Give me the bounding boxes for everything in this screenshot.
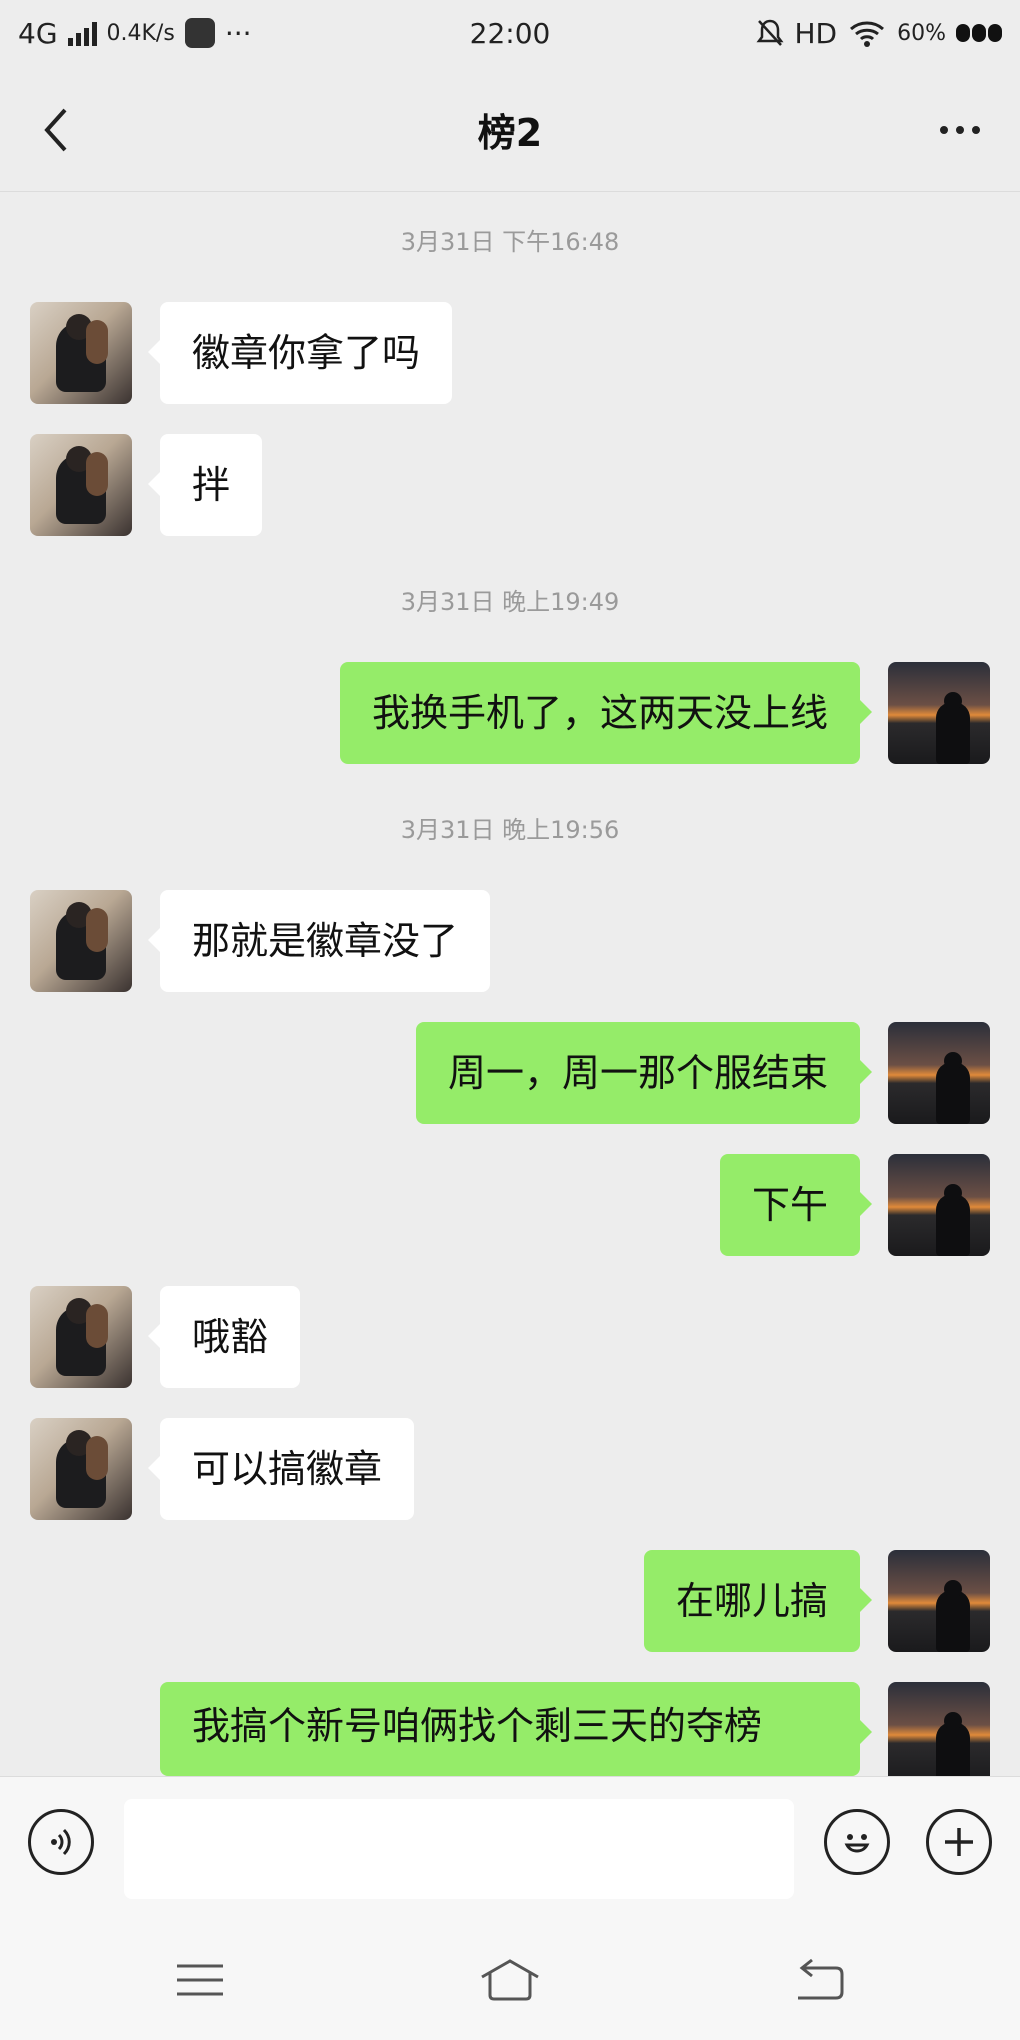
timestamp: 3月31日 晚上19:56 — [400, 816, 620, 844]
received-message[interactable]: 徽章你拿了吗 — [147, 302, 453, 404]
my-avatar[interactable] — [888, 1022, 990, 1124]
timestamp: 3月31日 晚上19:49 — [400, 588, 620, 616]
message-row: 拌 — [0, 434, 1020, 538]
signal-icon — [67, 20, 97, 46]
input-bar — [0, 1776, 1020, 1920]
voice-icon — [51, 1828, 71, 1856]
my-avatar[interactable] — [888, 662, 990, 764]
more-button[interactable] — [928, 102, 992, 158]
timestamp: 3月31日 下午16:48 — [400, 228, 620, 256]
received-message[interactable]: 那就是徽章没了 — [147, 890, 491, 992]
notification-app-icon — [184, 18, 215, 48]
system-back-button[interactable] — [788, 1952, 852, 2008]
message-row: 哦豁 — [0, 1286, 1020, 1390]
bell-muted-icon — [756, 19, 784, 46]
sent-message[interactable]: 下午 — [719, 1154, 873, 1256]
network-speed: 0.4K/s — [106, 20, 175, 46]
recent-apps-button[interactable] — [168, 1952, 232, 2008]
battery-icon — [956, 24, 1002, 42]
voice-button[interactable] — [28, 1809, 94, 1875]
chat-title: 榜2 — [477, 111, 543, 155]
sent-message[interactable]: 我换手机了，这两天没上线 — [339, 662, 873, 764]
plus-icon — [945, 1828, 973, 1856]
system-navigation-bar — [0, 1920, 1020, 2040]
message-list[interactable]: 3月31日 下午16:48 徽章你拿了吗 拌 3月31日 晚上19:49 我换手… — [0, 192, 1020, 1776]
message-row: 我搞个新号咱俩找个剩三天的夺榜 — [0, 1682, 1020, 1776]
home-icon — [481, 1959, 539, 2001]
contact-avatar[interactable] — [30, 434, 132, 536]
message-row: 周一，周一那个服结束 — [0, 1022, 1020, 1126]
received-message[interactable]: 拌 — [147, 434, 263, 536]
message-row: 可以搞徽章 — [0, 1418, 1020, 1522]
message-row: 在哪儿搞 — [0, 1550, 1020, 1654]
status-bar: 4G 0.4K/s ··· 22:00 HD 60% — [0, 0, 1020, 66]
menu-icon — [177, 1964, 223, 1996]
message-input[interactable] — [124, 1799, 794, 1899]
emoji-button[interactable] — [824, 1809, 890, 1875]
home-button[interactable] — [478, 1952, 542, 2008]
sent-message[interactable]: 在哪儿搞 — [643, 1550, 873, 1652]
message-row: 下午 — [0, 1154, 1020, 1258]
emoji-icon — [844, 1834, 870, 1853]
message-row: 我换手机了，这两天没上线 — [0, 662, 1020, 766]
chat-header: 榜2 — [0, 66, 1020, 192]
contact-avatar[interactable] — [30, 1418, 132, 1520]
network-label: 4G — [18, 16, 58, 50]
more-notifications: ··· — [224, 16, 252, 50]
hd-label: HD — [794, 16, 838, 50]
more-dots-icon — [940, 126, 948, 134]
battery-percent: 60% — [897, 20, 946, 46]
message-row: 那就是徽章没了 — [0, 890, 1020, 994]
message-row: 徽章你拿了吗 — [0, 302, 1020, 406]
contact-avatar[interactable] — [30, 1286, 132, 1388]
my-avatar[interactable] — [888, 1550, 990, 1652]
back-arrow-icon — [798, 1958, 844, 2000]
contact-avatar[interactable] — [30, 890, 132, 992]
sent-message[interactable]: 我搞个新号咱俩找个剩三天的夺榜 — [160, 1682, 872, 1776]
received-message[interactable]: 可以搞徽章 — [147, 1418, 415, 1520]
sent-message[interactable]: 周一，周一那个服结束 — [415, 1022, 873, 1124]
contact-avatar[interactable] — [30, 302, 132, 404]
received-message[interactable]: 哦豁 — [147, 1286, 301, 1388]
plus-button[interactable] — [926, 1809, 992, 1875]
wifi-icon — [850, 21, 885, 47]
my-avatar[interactable] — [888, 1154, 990, 1256]
my-avatar[interactable] — [888, 1682, 990, 1776]
